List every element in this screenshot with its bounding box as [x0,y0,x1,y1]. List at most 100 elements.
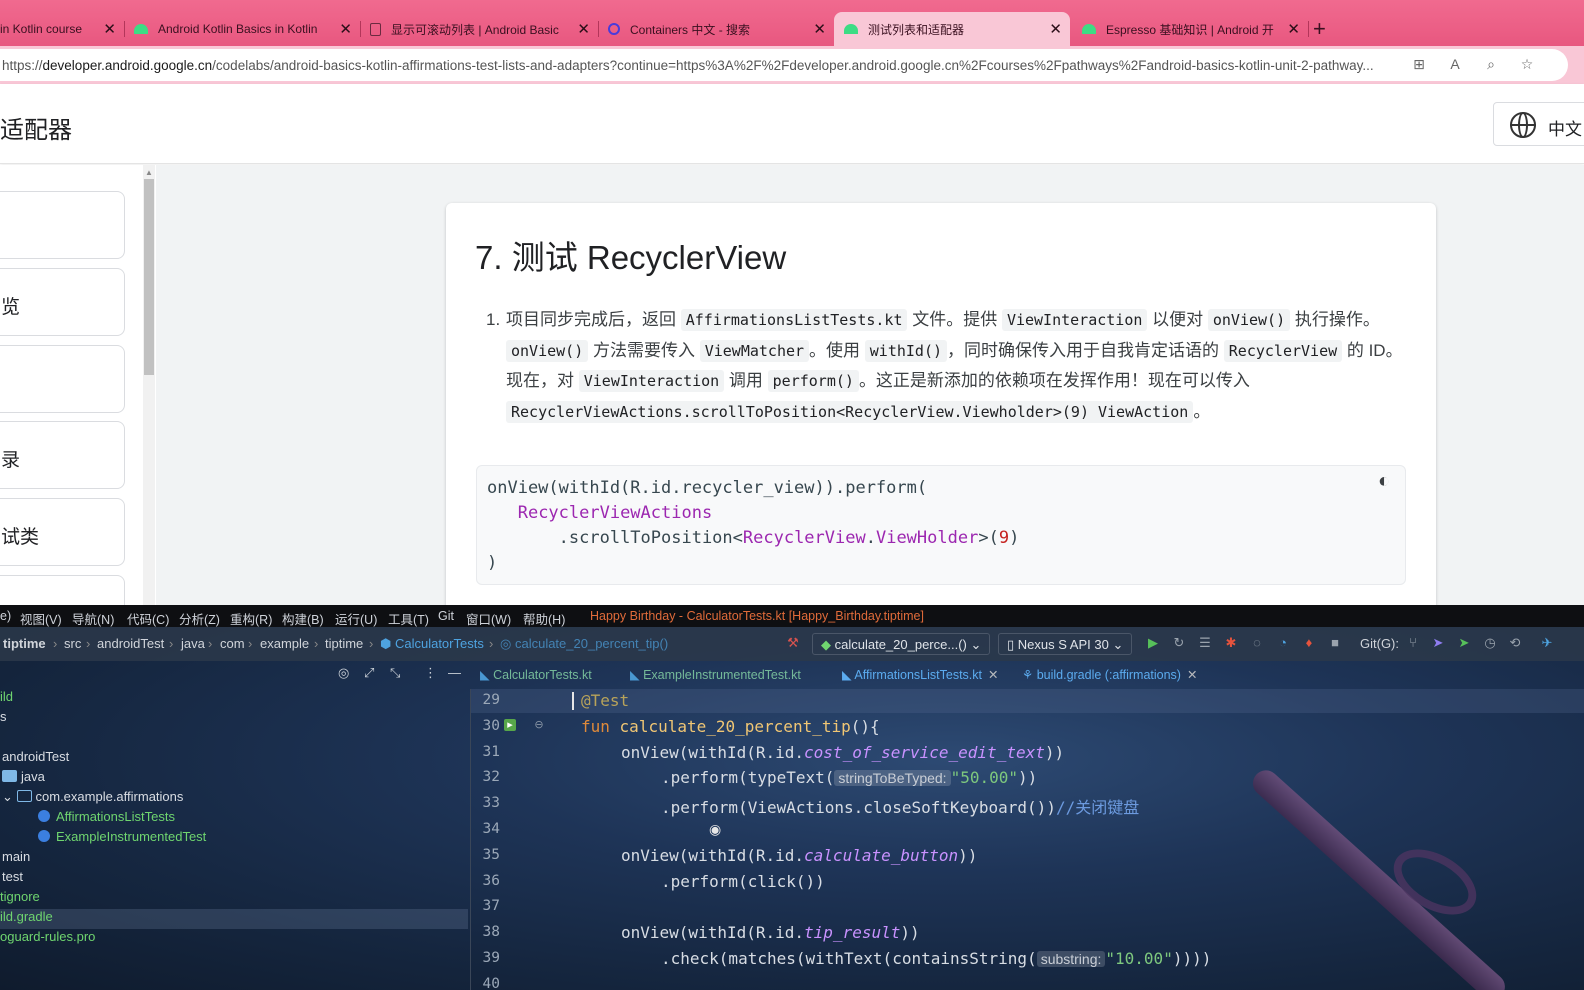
scrollbar-thumb[interactable] [144,179,154,375]
breadcrumb-item[interactable]: ◎ calculate_20_percent_tip() [500,636,668,652]
breadcrumb-item[interactable]: tiptime [3,636,46,651]
menu-item-help[interactable]: 帮助(H) [523,609,565,628]
nav-step-label: 试类 [1,527,40,548]
breadcrumb-item[interactable]: ⬢ CalculatorTests [380,636,484,652]
browser-tab[interactable]: in Kotlin course ✕ [0,14,125,44]
attach-icon[interactable]: ◌ [1250,636,1264,650]
git-fetch-icon[interactable]: ◷ [1483,636,1497,650]
tree-item[interactable]: ild [0,689,13,709]
apply-changes-icon[interactable]: ♦ [1302,636,1316,650]
menu-item-refactor[interactable]: 重构(R) [230,609,272,628]
device-manager-icon[interactable]: ✈ [1540,636,1554,650]
nav-step-card[interactable]: 录 [0,421,125,489]
tree-item[interactable]: s [0,709,7,729]
tree-item[interactable]: tignore [0,889,40,909]
profiler-icon[interactable]: ◔ [1276,636,1290,650]
git-push-icon[interactable]: ➤ [1431,636,1445,650]
browser-tab-active[interactable]: 测试列表和适配器 ✕ [834,12,1070,46]
nav-step-card[interactable] [0,575,125,605]
code-comment: //关闭键盘 [1055,798,1140,817]
tree-item[interactable]: ⌄ com.example.affirmations [2,789,183,809]
menu-item-git[interactable]: Git [438,609,454,623]
step-instructions: 1. 项目同步完成后，返回 AffirmationsListTests.kt 文件… [486,305,1406,427]
browser-tab[interactable]: Containers 中文 - 搜索 ✕ [598,14,834,44]
nav-step-card[interactable]: 览 [0,268,125,336]
zoom-icon[interactable]: ⌕ [1483,56,1499,72]
close-icon[interactable]: ✕ [1287,20,1300,38]
close-icon[interactable]: ✕ [988,668,998,682]
code-editor[interactable]: 29 30 31 32 33 34 35 36 37 38 39 40 ▸ ⊖ … [470,689,1584,990]
favorite-star-icon[interactable]: ☆ [1519,56,1535,72]
menu-item-run[interactable]: 运行(U) [335,609,377,628]
run-configuration-select[interactable]: ◆ calculate_20_perce...() ⌄ [812,633,991,655]
editor-tab[interactable]: ⚘ build.gradle (:affirmations) ✕ [1022,667,1197,682]
code-line: ) [487,553,498,573]
git-commit-icon[interactable]: ➤ [1457,636,1471,650]
ai-assistant-icon[interactable]: ◉ [709,821,721,838]
new-tab-plus-icon[interactable]: + [1313,16,1326,42]
menu-item-view[interactable]: 视图(V) [20,609,62,628]
coverage-icon[interactable]: ☰ [1198,636,1212,650]
page-title: 适配器 [0,117,72,144]
run-icon[interactable]: ▶ [1146,636,1160,650]
debug-icon[interactable]: ✱ [1224,636,1238,650]
browser-tab[interactable]: Espresso 基础知识 | Android 开 ✕ [1072,14,1309,44]
menu-item-window[interactable]: 窗口(W) [466,609,511,628]
breadcrumb-item[interactable]: java [181,636,205,651]
scroll-up-arrow-icon[interactable]: ▲ [145,168,153,177]
nav-scrollbar[interactable]: ▲ [143,165,155,605]
git-history-icon[interactable]: ⟲ [1508,636,1522,650]
tree-item[interactable]: java [2,769,45,789]
tree-item[interactable]: oguard-rules.pro [0,929,95,949]
run-test-gutter-icon[interactable]: ▸ [504,719,516,731]
breadcrumb-item[interactable]: src [64,636,81,651]
nav-step-card[interactable] [0,191,125,259]
url-field[interactable]: https://developer.android.google.cn/code… [0,49,1568,81]
browser-tab[interactable]: 显示可滚动列表 | Android Basic ✕ [360,14,599,44]
inline-code: onView() [1207,309,1291,331]
tree-item[interactable]: test [2,869,23,889]
breadcrumb-item[interactable]: example [260,636,309,651]
line-number: 35 [482,847,500,863]
menu-item-edit[interactable]: e) [0,609,11,623]
tree-item-label: AffirmationsListTests [56,809,175,824]
code-token: .check(matches(withText(containsString( [661,949,1037,968]
tree-item[interactable]: main [2,849,30,869]
editor-tab-active[interactable]: ◣ AffirmationsListTests.kt ✕ [842,667,998,682]
breadcrumb-item[interactable]: tiptime [325,636,363,651]
tree-item[interactable]: ExampleInstrumentedTest [38,829,206,849]
tree-item-selected[interactable]: ild.gradle [0,909,468,929]
fold-icon[interactable]: ⊖ [533,719,545,731]
device-select[interactable]: ▯ Nexus S API 30 ⌄ [998,633,1133,655]
menu-item-tools[interactable]: 工具(T) [388,609,429,628]
stop-icon[interactable]: ■ [1328,636,1342,650]
rerun-icon[interactable]: ↻ [1172,636,1186,650]
menu-item-build[interactable]: 构建(B) [282,609,324,628]
close-icon[interactable]: ✕ [813,20,826,38]
code-token: )) [958,846,978,865]
close-icon[interactable]: ✕ [1049,20,1062,38]
editor-tab[interactable]: ◣ CalculatorTests.kt [480,667,592,682]
close-icon[interactable]: ✕ [103,20,116,38]
close-icon[interactable]: ✕ [577,20,590,38]
read-aloud-icon[interactable]: A [1447,56,1463,72]
browser-tab[interactable]: Android Kotlin Basics in Kotlin ✕ [124,14,361,44]
close-icon[interactable]: ✕ [339,20,352,38]
editor-tab[interactable]: ◣ ExampleInstrumentedTest.kt [630,667,801,682]
code-snippet[interactable]: onView(withId(R.id.recycler_view)).perfo… [476,465,1406,585]
tree-item[interactable]: androidTest [2,749,69,769]
menu-item-code[interactable]: 代码(C) [127,609,169,628]
app-available-icon[interactable]: ⊞ [1411,56,1427,72]
menu-item-navigate[interactable]: 导航(N) [72,609,114,628]
nav-step-card[interactable]: 试类 [0,498,125,566]
dark-mode-toggle-icon[interactable]: ◐ [1378,470,1400,492]
tree-item[interactable]: AffirmationsListTests [38,809,175,829]
hammer-icon[interactable]: ⚒ [786,636,800,650]
breadcrumb-item[interactable]: androidTest [97,636,164,651]
breadcrumb-item[interactable]: com [220,636,245,651]
language-selector[interactable]: 中文 [1493,102,1584,146]
menu-item-analyze[interactable]: 分析(Z) [179,609,220,628]
git-branch-icon[interactable]: ⑂ [1406,636,1420,650]
close-icon[interactable]: ✕ [1187,668,1197,682]
nav-step-card[interactable] [0,345,125,413]
